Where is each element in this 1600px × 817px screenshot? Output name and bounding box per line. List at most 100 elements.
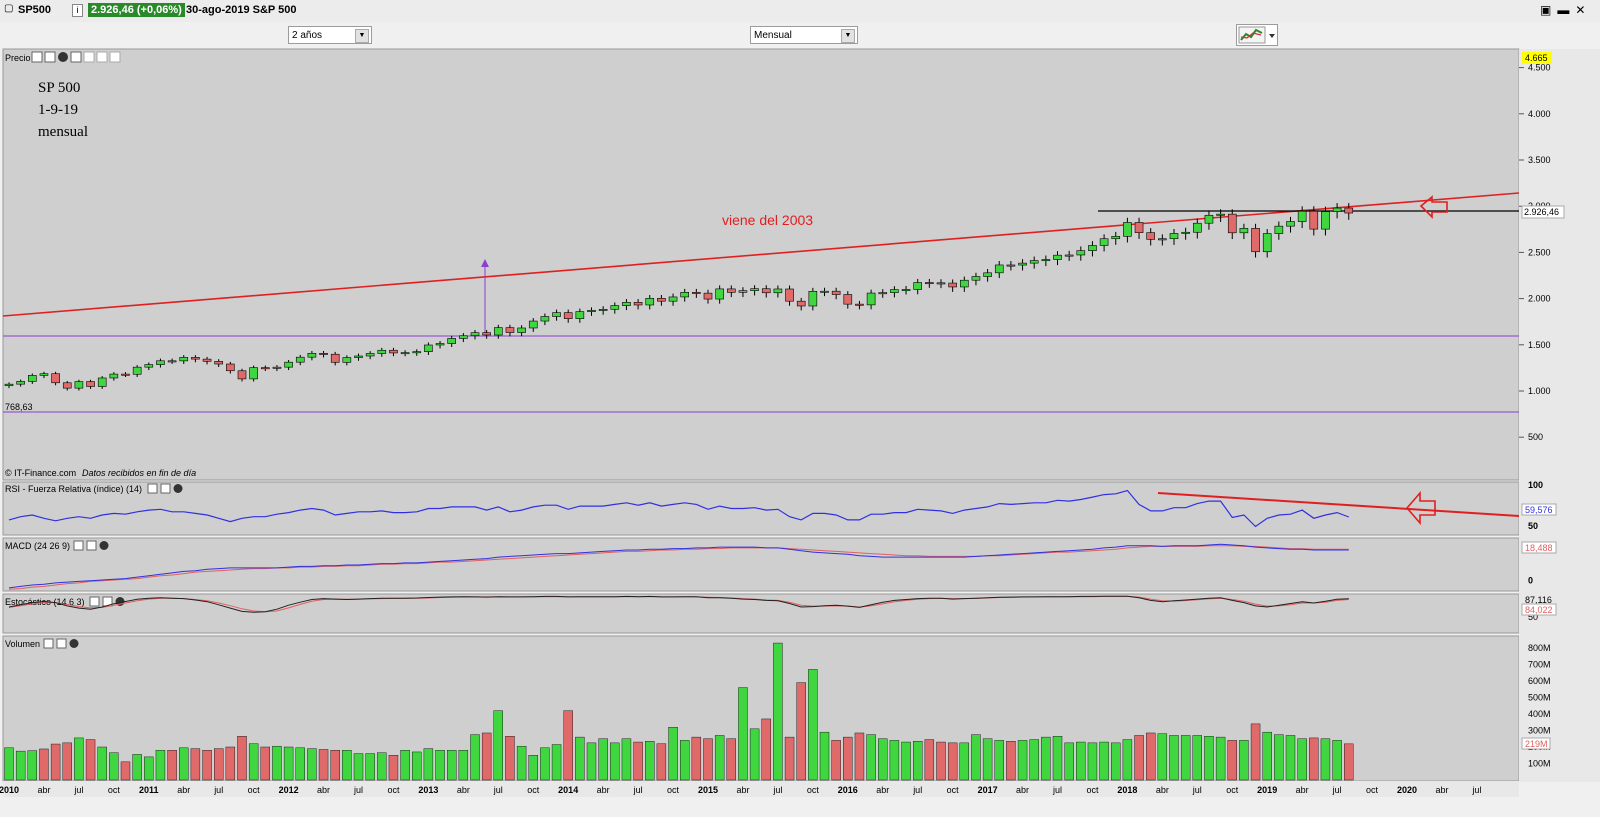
candle[interactable]	[1123, 222, 1132, 237]
candle[interactable]	[1193, 222, 1202, 233]
volume-bar[interactable]	[353, 753, 364, 781]
candle[interactable]	[156, 360, 165, 365]
candle[interactable]	[330, 353, 340, 363]
candle[interactable]	[633, 301, 643, 306]
volume-bar[interactable]	[202, 750, 212, 781]
volume-bar[interactable]	[1192, 735, 1203, 781]
price-panel[interactable]	[2, 48, 1520, 481]
candle[interactable]	[971, 276, 981, 281]
panel-tools-macd-icon[interactable]	[73, 540, 109, 551]
candle[interactable]	[820, 290, 829, 293]
candle[interactable]	[1111, 236, 1121, 240]
candle[interactable]	[1099, 238, 1109, 246]
candle[interactable]	[237, 370, 247, 380]
candle[interactable]	[295, 356, 305, 363]
candle[interactable]	[1064, 254, 1074, 257]
volume-bar[interactable]	[1215, 736, 1226, 781]
volume-bar[interactable]	[866, 734, 876, 781]
volume-bar[interactable]	[342, 750, 352, 781]
candle[interactable]	[668, 296, 678, 302]
volume-bar[interactable]	[458, 750, 469, 781]
volume-bar[interactable]	[1041, 736, 1051, 781]
volume-bar[interactable]	[959, 742, 969, 781]
volume-bar[interactable]	[656, 743, 667, 781]
volume-bar[interactable]	[190, 748, 201, 781]
volume-bar[interactable]	[854, 732, 865, 781]
candle[interactable]	[144, 364, 154, 368]
volume-bar[interactable]	[248, 743, 259, 781]
volume-bar[interactable]	[936, 741, 946, 781]
volume-bar[interactable]	[1320, 738, 1331, 781]
volume-bar[interactable]	[598, 738, 608, 781]
candle[interactable]	[1227, 213, 1237, 234]
candle[interactable]	[808, 291, 818, 307]
volume-bar[interactable]	[318, 749, 329, 781]
volume-bar[interactable]	[831, 740, 841, 781]
candle[interactable]	[435, 343, 445, 346]
candle[interactable]	[1053, 254, 1062, 260]
volume-bar[interactable]	[784, 736, 795, 781]
candle[interactable]	[1134, 222, 1144, 233]
candle[interactable]	[1321, 211, 1330, 230]
candle[interactable]	[843, 294, 853, 305]
candle[interactable]	[354, 355, 363, 358]
volume-bar[interactable]	[15, 750, 26, 781]
volume-bar[interactable]	[726, 738, 736, 781]
volume-bar[interactable]	[423, 748, 434, 781]
candle[interactable]	[27, 375, 37, 382]
candle[interactable]	[132, 366, 142, 375]
volume-bar[interactable]	[749, 728, 760, 781]
candle[interactable]	[319, 353, 328, 355]
volume-bar[interactable]	[97, 746, 107, 781]
volume-bar[interactable]	[1169, 735, 1179, 781]
volume-bar[interactable]	[435, 750, 445, 781]
volume-bar[interactable]	[540, 747, 550, 781]
candle[interactable]	[284, 361, 293, 368]
candle[interactable]	[1251, 228, 1260, 253]
volume-bar[interactable]	[808, 669, 818, 781]
candle[interactable]	[260, 367, 270, 370]
volume-bar[interactable]	[586, 742, 597, 781]
candle[interactable]	[913, 282, 923, 290]
candle[interactable]	[424, 344, 433, 352]
candle[interactable]	[715, 288, 724, 300]
volume-bar[interactable]	[1087, 742, 1098, 781]
candle[interactable]	[86, 381, 95, 387]
candle[interactable]	[62, 382, 72, 389]
candle[interactable]	[1297, 210, 1307, 222]
volume-bar[interactable]	[610, 742, 620, 781]
volume-bar[interactable]	[1274, 734, 1284, 781]
volume-bar[interactable]	[1111, 742, 1121, 781]
candle[interactable]	[1169, 233, 1179, 240]
volume-bar[interactable]	[1239, 740, 1249, 781]
volume-bar[interactable]	[50, 743, 61, 781]
volume-bar[interactable]	[1297, 738, 1307, 781]
candle[interactable]	[226, 363, 235, 372]
candle[interactable]	[1332, 207, 1342, 212]
candle[interactable]	[97, 377, 107, 387]
candle[interactable]	[1006, 264, 1016, 267]
volume-bar[interactable]	[1099, 741, 1109, 781]
volume-bar[interactable]	[493, 710, 503, 781]
candle[interactable]	[202, 358, 212, 362]
candle[interactable]	[936, 282, 946, 285]
candle[interactable]	[121, 373, 130, 376]
candle[interactable]	[517, 327, 526, 333]
volume-bar[interactable]	[120, 761, 131, 781]
volume-bar[interactable]	[295, 747, 305, 781]
volume-bar[interactable]	[633, 741, 643, 781]
candle[interactable]	[878, 292, 888, 295]
volume-bar[interactable]	[575, 736, 585, 781]
candle[interactable]	[39, 373, 49, 376]
volume-bar[interactable]	[505, 736, 515, 781]
candle[interactable]	[994, 264, 1004, 274]
candle[interactable]	[657, 298, 666, 302]
volume-bar[interactable]	[62, 742, 72, 781]
candle[interactable]	[167, 360, 177, 363]
candle[interactable]	[738, 290, 748, 293]
candle[interactable]	[191, 357, 200, 360]
volume-bar[interactable]	[330, 750, 340, 781]
candle[interactable]	[1204, 214, 1214, 224]
candle[interactable]	[645, 298, 655, 306]
volume-bar[interactable]	[843, 736, 853, 781]
